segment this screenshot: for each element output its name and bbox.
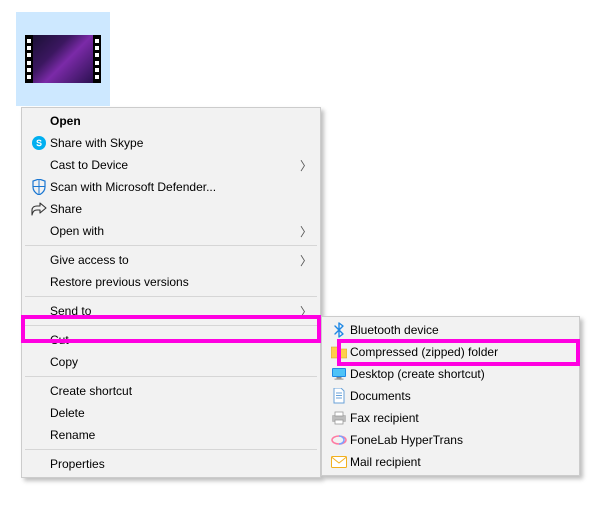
chevron-right-icon: 〉	[298, 223, 312, 240]
menu-item-label: Share with Skype	[50, 136, 312, 150]
chevron-right-icon: 〉	[298, 303, 312, 320]
zip-folder-icon	[328, 341, 350, 363]
menu-item-delete[interactable]: Delete	[24, 402, 318, 424]
blank-icon	[28, 453, 50, 475]
video-thumbnail	[25, 35, 101, 83]
separator	[25, 376, 317, 377]
blank-icon	[28, 110, 50, 132]
menu-item-share-skype[interactable]: Share with Skype	[24, 132, 318, 154]
separator	[25, 449, 317, 450]
separator	[25, 296, 317, 297]
blank-icon	[28, 249, 50, 271]
menu-item-label: Delete	[50, 406, 312, 420]
submenu-item-label: Desktop (create shortcut)	[350, 367, 571, 381]
blank-icon	[28, 351, 50, 373]
menu-item-open-with[interactable]: Open with 〉	[24, 220, 318, 242]
submenu-item-label: FoneLab HyperTrans	[350, 433, 571, 447]
menu-item-label: Open	[50, 114, 312, 128]
documents-icon	[328, 385, 350, 407]
menu-item-open[interactable]: Open	[24, 110, 318, 132]
menu-item-share[interactable]: Share	[24, 198, 318, 220]
submenu-item-desktop-shortcut[interactable]: Desktop (create shortcut)	[324, 363, 577, 385]
blank-icon	[28, 329, 50, 351]
menu-item-give-access[interactable]: Give access to 〉	[24, 249, 318, 271]
menu-item-label: Share	[50, 202, 312, 216]
share-icon	[28, 198, 50, 220]
file-video-selected[interactable]	[16, 12, 110, 106]
blank-icon	[28, 424, 50, 446]
fax-icon	[328, 407, 350, 429]
menu-item-scan-defender[interactable]: Scan with Microsoft Defender...	[24, 176, 318, 198]
menu-item-properties[interactable]: Properties	[24, 453, 318, 475]
menu-item-restore-versions[interactable]: Restore previous versions	[24, 271, 318, 293]
menu-item-label: Copy	[50, 355, 312, 369]
skype-icon	[28, 132, 50, 154]
menu-item-create-shortcut[interactable]: Create shortcut	[24, 380, 318, 402]
separator	[25, 245, 317, 246]
menu-item-label: Cast to Device	[50, 158, 298, 172]
blank-icon	[28, 271, 50, 293]
menu-item-label: Give access to	[50, 253, 298, 267]
send-to-submenu: Bluetooth device Compressed (zipped) fol…	[321, 316, 580, 476]
submenu-item-fax[interactable]: Fax recipient	[324, 407, 577, 429]
menu-item-label: Restore previous versions	[50, 275, 312, 289]
shield-icon	[28, 176, 50, 198]
submenu-item-label: Bluetooth device	[350, 323, 571, 337]
menu-item-label: Cut	[50, 333, 312, 347]
submenu-item-mail[interactable]: Mail recipient	[324, 451, 577, 473]
bluetooth-icon	[328, 319, 350, 341]
blank-icon	[28, 300, 50, 322]
submenu-item-label: Mail recipient	[350, 455, 571, 469]
desktop-icon	[328, 363, 350, 385]
context-menu: Open Share with Skype Cast to Device 〉 S…	[21, 107, 321, 478]
menu-item-label: Rename	[50, 428, 312, 442]
menu-item-label: Create shortcut	[50, 384, 312, 398]
menu-item-cast[interactable]: Cast to Device 〉	[24, 154, 318, 176]
menu-item-send-to[interactable]: Send to 〉	[24, 300, 318, 322]
blank-icon	[28, 154, 50, 176]
menu-item-label: Scan with Microsoft Defender...	[50, 180, 312, 194]
chevron-right-icon: 〉	[298, 252, 312, 269]
blank-icon	[28, 402, 50, 424]
blank-icon	[28, 220, 50, 242]
menu-item-label: Open with	[50, 224, 298, 238]
mail-icon	[328, 451, 350, 473]
submenu-item-label: Fax recipient	[350, 411, 571, 425]
submenu-item-label: Documents	[350, 389, 571, 403]
submenu-item-bluetooth[interactable]: Bluetooth device	[324, 319, 577, 341]
fonelab-icon	[328, 429, 350, 451]
submenu-item-label: Compressed (zipped) folder	[350, 345, 571, 359]
blank-icon	[28, 380, 50, 402]
submenu-item-fonelab[interactable]: FoneLab HyperTrans	[324, 429, 577, 451]
submenu-item-compressed[interactable]: Compressed (zipped) folder	[324, 341, 577, 363]
separator	[25, 325, 317, 326]
menu-item-label: Send to	[50, 304, 298, 318]
menu-item-label: Properties	[50, 457, 312, 471]
menu-item-rename[interactable]: Rename	[24, 424, 318, 446]
chevron-right-icon: 〉	[298, 157, 312, 174]
menu-item-cut[interactable]: Cut	[24, 329, 318, 351]
submenu-item-documents[interactable]: Documents	[324, 385, 577, 407]
menu-item-copy[interactable]: Copy	[24, 351, 318, 373]
